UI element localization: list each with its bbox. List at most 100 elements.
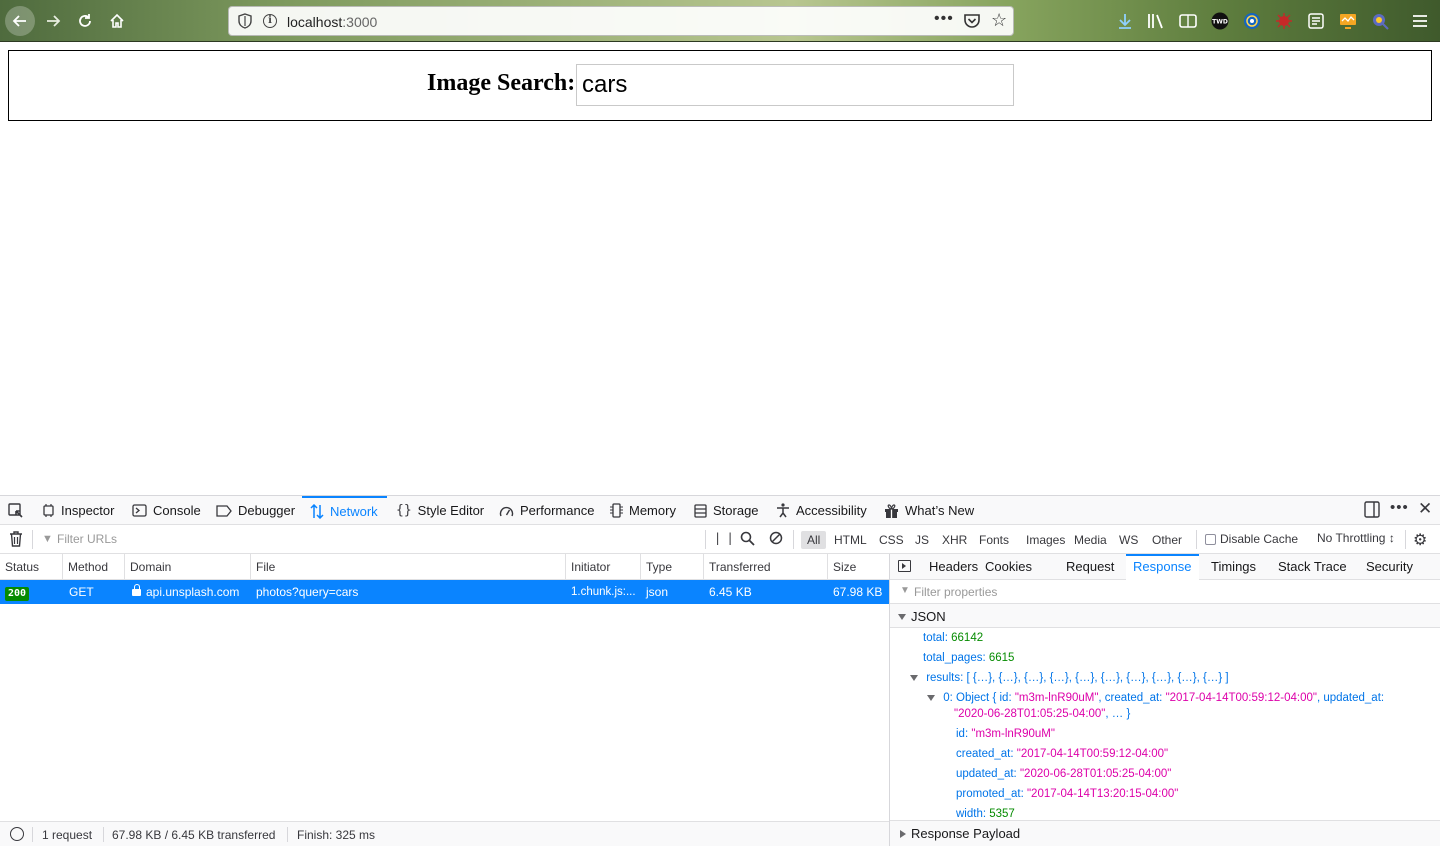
filter-js[interactable]: JS — [909, 531, 935, 549]
trash-icon[interactable] — [9, 531, 23, 547]
tab-style-editor[interactable]: {} Style Editor — [396, 496, 484, 525]
tab-whats-new[interactable]: What’s New — [884, 496, 974, 525]
column-status[interactable]: Status — [0, 554, 63, 580]
json-row-updated-at[interactable]: updated_at: "2020-06-28T01:05:25-04:00" — [956, 768, 1171, 780]
toggle-sidebar-icon[interactable] — [898, 560, 911, 572]
tab-accessibility[interactable]: Accessibility — [776, 496, 867, 525]
extension-notes-icon[interactable] — [1306, 11, 1326, 31]
tab-style-editor-label: Style Editor — [417, 503, 485, 518]
tab-stack-trace[interactable]: Stack Trace — [1271, 554, 1354, 580]
extension-monitor-icon[interactable] — [1338, 11, 1358, 31]
column-type[interactable]: Type — [641, 554, 704, 580]
pocket-icon[interactable] — [963, 12, 981, 30]
filter-all[interactable]: All — [801, 531, 827, 549]
request-details-panel: Headers Cookies Request Response Timings… — [889, 554, 1440, 846]
tab-memory[interactable]: Memory — [610, 496, 676, 525]
collapse-triangle-icon[interactable] — [898, 614, 906, 620]
menu-icon[interactable] — [1410, 11, 1430, 31]
extension-bug-icon[interactable] — [1274, 11, 1294, 31]
tab-debugger[interactable]: Debugger — [216, 496, 295, 525]
disable-cache-checkbox[interactable]: Disable Cache — [1205, 532, 1298, 546]
close-devtools-icon[interactable]: ✕ — [1418, 499, 1432, 519]
json-row-promoted-at[interactable]: promoted_at: "2017-04-14T13:20:15-04:00" — [956, 788, 1178, 800]
json-tree: total: 66142 total_pages: 6615 results: … — [890, 628, 1440, 820]
tab-storage-label: Storage — [713, 503, 759, 518]
shield-icon[interactable] — [237, 13, 253, 29]
stopwatch-icon[interactable] — [10, 827, 24, 841]
expand-triangle-icon[interactable] — [900, 830, 906, 838]
reader-icon[interactable] — [1178, 11, 1198, 31]
throttling-select[interactable]: No Throttling ↕ — [1317, 531, 1395, 545]
column-transferred[interactable]: Transferred — [704, 554, 828, 580]
tab-console[interactable]: Console — [132, 496, 201, 525]
key-created-at: created_at: — [956, 748, 1014, 760]
back-icon[interactable] — [5, 6, 35, 36]
json-row-width[interactable]: width: 5357 — [956, 808, 1015, 820]
filter-urls-input[interactable]: Filter URLs — [57, 532, 117, 546]
tab-response[interactable]: Response — [1126, 554, 1199, 580]
filter-xhr[interactable]: XHR — [936, 531, 973, 549]
tab-security[interactable]: Security — [1359, 554, 1420, 580]
json-row-total-pages[interactable]: total_pages: 6615 — [923, 652, 1014, 664]
json-row-id[interactable]: id: "m3m-lnR90uM" — [956, 728, 1055, 740]
column-file[interactable]: File — [251, 554, 566, 580]
json-row-total[interactable]: total: 66142 — [923, 632, 983, 644]
block-icon[interactable] — [769, 531, 783, 545]
expand-triangle-icon[interactable] — [927, 694, 935, 701]
extension-search-icon[interactable] — [1370, 11, 1390, 31]
filter-media[interactable]: Media — [1068, 531, 1113, 549]
extension-globe-icon[interactable] — [1242, 11, 1262, 31]
url-text[interactable]: localhost:3000 — [287, 14, 377, 30]
dock-side-icon[interactable] — [1364, 501, 1380, 522]
filter-fonts[interactable]: Fonts — [973, 531, 1015, 549]
cell-method: GET — [69, 585, 94, 599]
tab-network[interactable]: Network — [302, 496, 387, 525]
json-row-created-at[interactable]: created_at: "2017-04-14T00:59:12-04:00" — [956, 748, 1168, 760]
column-method[interactable]: Method — [63, 554, 125, 580]
info-icon[interactable]: i — [263, 14, 277, 28]
value-width: 5357 — [989, 808, 1015, 820]
filter-properties-input[interactable]: Filter properties — [914, 585, 997, 599]
filter-html[interactable]: HTML — [828, 531, 873, 549]
tab-cookies[interactable]: Cookies — [978, 554, 1039, 580]
pause-icon[interactable]: | | — [714, 531, 734, 545]
expand-triangle-icon[interactable] — [910, 674, 918, 681]
more-options-icon[interactable]: ••• — [1390, 499, 1409, 516]
extension-twd-icon[interactable]: TWD — [1210, 11, 1230, 31]
tab-inspector[interactable]: Inspector — [42, 496, 114, 525]
checkbox-box[interactable] — [1205, 533, 1216, 545]
filter-ws[interactable]: WS — [1113, 531, 1144, 549]
response-payload-section[interactable]: Response Payload — [890, 820, 1440, 846]
gear-icon[interactable]: ⚙ — [1413, 530, 1427, 550]
url-bar[interactable]: i localhost:3000 ••• ☆ — [228, 6, 1014, 36]
filter-images[interactable]: Images — [1020, 531, 1071, 549]
download-icon[interactable] — [1115, 11, 1135, 31]
json-row-results[interactable]: results: [ {…}, {…}, {…}, {…}, {…}, {…},… — [910, 672, 1229, 684]
tab-request[interactable]: Request — [1059, 554, 1121, 580]
tab-storage[interactable]: Storage — [694, 496, 759, 525]
json-section-header[interactable]: JSON — [890, 604, 1440, 628]
cell-initiator[interactable]: 1.chunk.js:... — [566, 580, 641, 604]
filter-icon: ▼ — [42, 533, 53, 545]
column-domain[interactable]: Domain — [125, 554, 251, 580]
column-size[interactable]: Size — [828, 554, 889, 580]
reload-icon[interactable] — [70, 6, 100, 36]
search-input[interactable] — [576, 64, 1014, 106]
bookmark-star-icon[interactable]: ☆ — [991, 10, 1007, 31]
table-row[interactable]: 200 GET api.unsplash.com photos?query=ca… — [0, 580, 889, 604]
home-icon[interactable] — [102, 6, 132, 36]
tab-performance[interactable]: Performance — [499, 496, 594, 525]
element-picker-icon[interactable] — [8, 496, 24, 525]
column-initiator[interactable]: Initiator — [566, 554, 641, 580]
search-icon[interactable] — [740, 531, 755, 546]
json-row-item-0[interactable]: 0: Object { id: "m3m-lnR90uM", created_a… — [927, 692, 1384, 704]
tab-timings[interactable]: Timings — [1204, 554, 1263, 580]
more-dots-icon[interactable]: ••• — [934, 10, 954, 28]
filter-other[interactable]: Other — [1146, 531, 1188, 549]
forward-icon[interactable] — [38, 6, 68, 36]
tab-whats-new-label: What’s New — [905, 503, 975, 518]
filter-css[interactable]: CSS — [873, 531, 910, 549]
tab-headers[interactable]: Headers — [922, 554, 985, 580]
transfer-summary: 67.98 KB / 6.45 KB transferred — [112, 828, 276, 842]
library-icon[interactable] — [1146, 11, 1166, 31]
